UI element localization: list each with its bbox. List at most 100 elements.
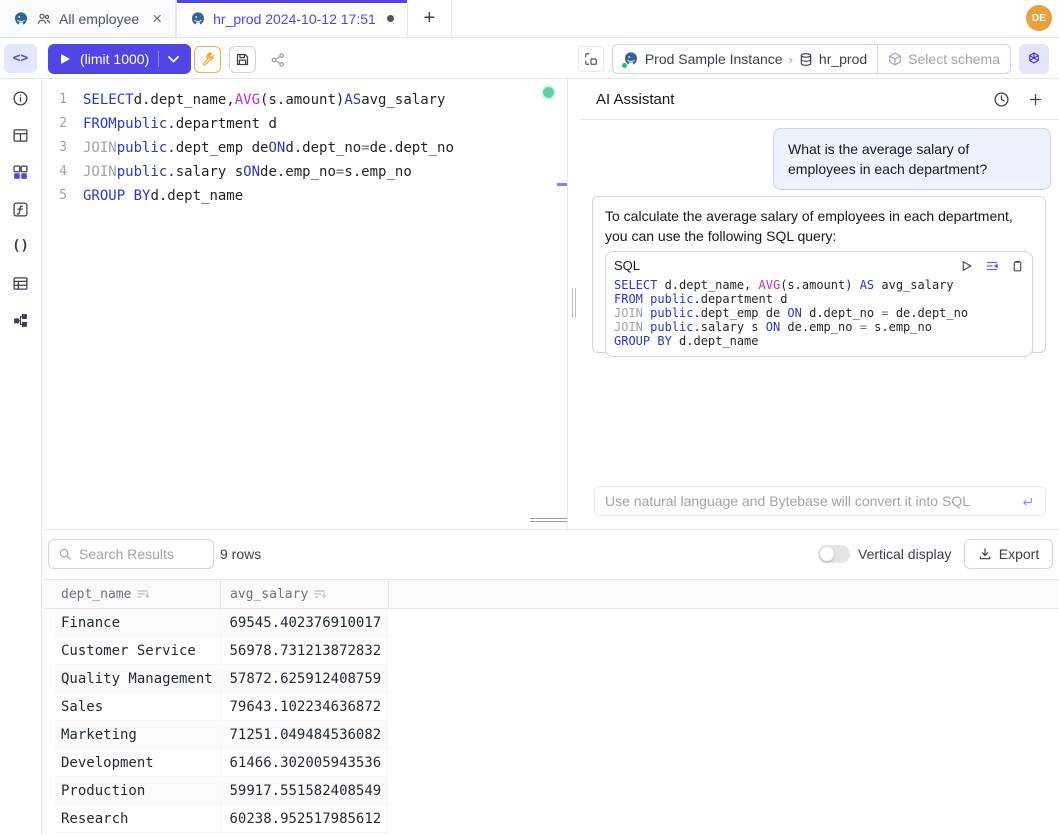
cell-dept-name[interactable]: Finance (55, 609, 220, 636)
code-language-label: SQL (614, 258, 640, 273)
divider (158, 51, 159, 67)
overview-ruler-cursor-mark (557, 183, 567, 186)
cell-avg-salary[interactable]: 59917.551582408549 (220, 777, 388, 804)
column-header-dept-name[interactable]: dept_name (43, 580, 220, 608)
results-table-body: Finance69545.402376910017Customer Servic… (55, 609, 388, 833)
instance-database-selector[interactable]: Prod Sample Instance › hr_prod (613, 45, 877, 73)
table-row[interactable]: Finance69545.402376910017 (55, 609, 388, 637)
database-name: hr_prod (819, 51, 867, 67)
cell-dept-name[interactable]: Sales (55, 693, 220, 720)
cell-avg-salary[interactable]: 71251.049484536082 (220, 721, 388, 748)
sort-icon (314, 589, 326, 599)
sheet-users-icon (36, 11, 52, 27)
cell-avg-salary[interactable]: 79643.102234636872 (220, 693, 388, 720)
tab-label: All employee (59, 11, 139, 27)
column-header-avg-salary[interactable]: avg_salary (220, 580, 388, 608)
cell-dept-name[interactable]: Customer Service (55, 637, 220, 664)
new-tab-button[interactable]: + (408, 0, 452, 37)
table-row[interactable]: Quality Management57872.625912408759 (55, 665, 388, 693)
cell-dept-name[interactable]: Marketing (55, 721, 220, 748)
cell-avg-salary[interactable]: 56978.731213872832 (220, 637, 388, 664)
tab-strip: All employee × hr_prod 2024-10-12 17:51 … (0, 0, 1059, 38)
table-row[interactable]: Development61466.302005943536 (55, 749, 388, 777)
run-label: (limit 1000) (80, 51, 149, 67)
table-row[interactable]: Sales79643.102234636872 (55, 693, 388, 721)
sql-editor-panel-button[interactable]: <> (4, 44, 37, 73)
schema-sidebar: () (0, 79, 42, 835)
sidebar-item-tables[interactable] (11, 125, 31, 145)
user-message-bubble: What is the average salary of employees … (773, 128, 1051, 190)
ai-input-placeholder: Use natural language and Bytebase will c… (605, 493, 970, 509)
sidebar-item-parentheses[interactable]: () (11, 236, 31, 256)
vertical-display-toggle[interactable] (818, 545, 850, 563)
table-row[interactable]: Production59917.551582408549 (55, 777, 388, 805)
postgres-icon (623, 51, 639, 67)
editor-toolbar: <> (limit 1000) Prod Sample Instanc (0, 38, 1059, 79)
sidebar-item-schema-diagram[interactable] (11, 310, 31, 330)
schema-selector[interactable]: Select schema (877, 45, 1010, 73)
admin-wrench-button[interactable] (194, 46, 221, 73)
sidebar-item-data-table[interactable] (11, 273, 31, 293)
history-clock-icon[interactable] (993, 91, 1010, 108)
database-icon (799, 52, 813, 67)
connection-healthy-dot (543, 87, 554, 98)
cell-avg-salary[interactable]: 57872.625912408759 (220, 665, 388, 692)
sidebar-item-info[interactable] (11, 88, 31, 108)
assistant-code: SELECT d.dept_name, AVG(s.amount) AS avg… (614, 278, 1024, 348)
vertical-resize-handle[interactable] (567, 79, 580, 529)
play-icon (60, 53, 71, 65)
return-key-icon[interactable] (1020, 495, 1035, 508)
cell-avg-salary[interactable]: 69545.402376910017 (220, 609, 388, 636)
assistant-answer-text: To calculate the average salary of emplo… (605, 206, 1033, 246)
chevron-down-icon[interactable] (168, 56, 179, 63)
schema-placeholder: Select schema (908, 51, 1000, 67)
table-row[interactable]: Marketing71251.049484536082 (55, 721, 388, 749)
run-code-icon[interactable] (960, 259, 973, 273)
export-label: Export (999, 546, 1039, 562)
save-sheet-button[interactable] (229, 46, 256, 73)
vertical-display-label: Vertical display (858, 546, 951, 562)
results-table-header: dept_name avg_salary (43, 579, 1059, 609)
copy-icon[interactable] (1011, 259, 1024, 273)
ai-assistant-header: AI Assistant (580, 79, 1059, 120)
chevron-right-icon: › (789, 52, 793, 67)
connection-breadcrumb: Prod Sample Instance › hr_prod Select sc… (612, 44, 1011, 74)
tab-all-employee[interactable]: All employee × (0, 0, 176, 37)
close-icon[interactable]: × (152, 10, 162, 27)
openai-assistant-button[interactable] (1019, 44, 1049, 74)
tab-hr-prod-sheet[interactable]: hr_prod 2024-10-12 17:51 (176, 0, 408, 37)
share-button[interactable] (264, 46, 291, 73)
ai-assistant-title: AI Assistant (596, 91, 674, 108)
cell-dept-name[interactable]: Quality Management (55, 665, 220, 692)
table-row[interactable]: Research60238.952517985612 (55, 805, 388, 833)
sql-editor[interactable]: 1SELECT d.dept_name, AVG(s.amount) AS av… (43, 79, 567, 529)
search-results-input[interactable]: Search Results (48, 539, 214, 569)
sort-icon (137, 589, 149, 599)
query-results-panel: Search Results 9 rows Vertical display E… (43, 529, 1059, 835)
new-conversation-icon[interactable] (1028, 92, 1043, 107)
cell-dept-name[interactable]: Research (55, 805, 220, 832)
cell-dept-name[interactable]: Development (55, 749, 220, 776)
unsaved-dot (387, 15, 394, 22)
row-count: 9 rows (220, 546, 261, 562)
download-icon (978, 547, 992, 561)
format-sql-button[interactable] (578, 46, 604, 72)
ai-prompt-input[interactable]: Use natural language and Bytebase will c… (594, 486, 1046, 516)
sidebar-item-functions[interactable] (11, 199, 31, 219)
editor-code[interactable]: 1SELECT d.dept_name, AVG(s.amount) AS av… (43, 79, 567, 208)
header-filler (388, 580, 1059, 608)
insert-into-editor-icon[interactable] (984, 259, 1000, 273)
cell-dept-name[interactable]: Production (55, 777, 220, 804)
cell-avg-salary[interactable]: 60238.952517985612 (220, 805, 388, 832)
table-row[interactable]: Customer Service56978.731213872832 (55, 637, 388, 665)
run-query-button[interactable]: (limit 1000) (48, 44, 191, 74)
horizontal-resize-handle[interactable] (530, 516, 567, 524)
instance-name: Prod Sample Instance (645, 51, 783, 67)
export-button[interactable]: Export (964, 539, 1053, 569)
search-placeholder: Search Results (79, 546, 174, 562)
sidebar-item-dashboard[interactable] (11, 162, 31, 182)
cell-avg-salary[interactable]: 61466.302005943536 (220, 749, 388, 776)
ai-assistant-panel: AI Assistant What is the average salary … (580, 79, 1059, 529)
postgres-icon (13, 11, 29, 27)
user-avatar[interactable]: DE (1026, 5, 1052, 31)
